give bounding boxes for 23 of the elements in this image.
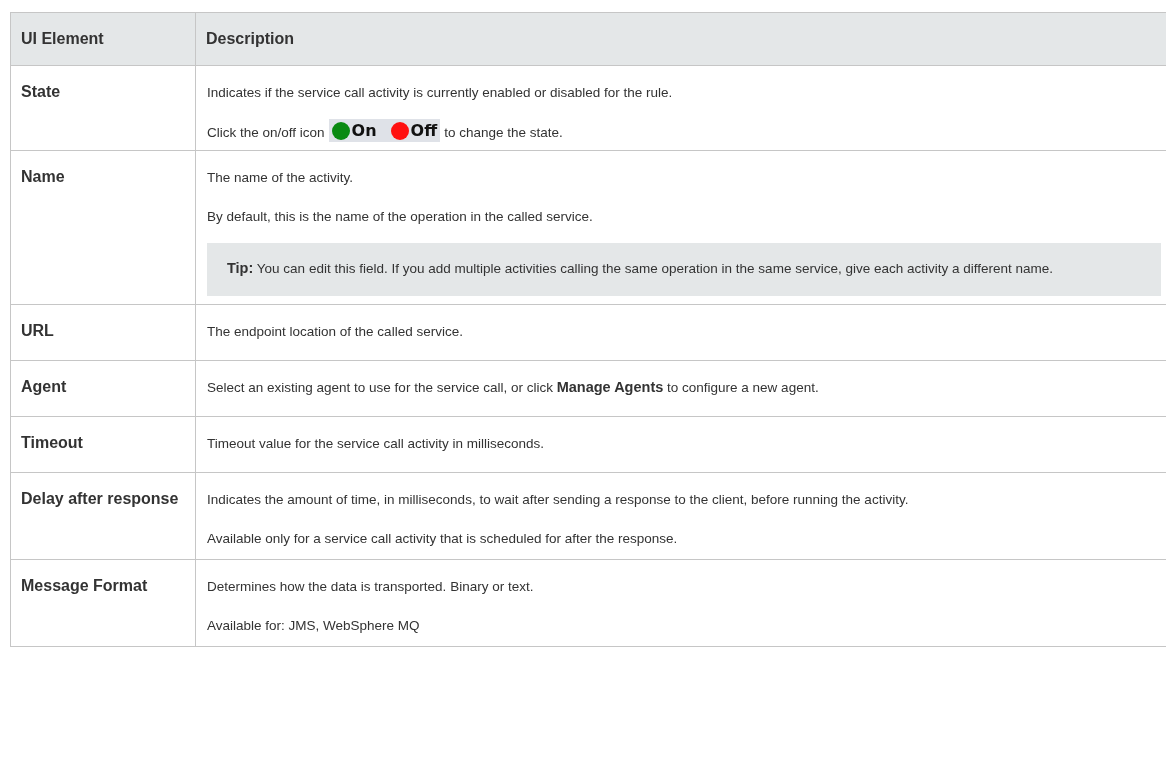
description-text: Determines how the data is transported. Binary or text. — [207, 578, 535, 596]
description-text: Indicates if the service call activity is currently enabled or disabled for the rule. — [207, 84, 674, 102]
on-off-icon: On Off — [328, 119, 441, 142]
element-name: Delay after response — [11, 465, 196, 560]
description-text: Available for: JMS, WebSphere MQ — [207, 617, 421, 635]
element-name: Name — [11, 143, 196, 305]
element-name: Message Format — [11, 552, 196, 647]
description-text: Timeout value for the service call activity in milliseconds. — [207, 435, 546, 453]
description-text: to change the state. — [444, 124, 563, 142]
description-text: The name of the activity. — [207, 169, 355, 187]
tip-note: Tip: You can edit this field. If you add multiple activities calling the same operation in the same service, give each activity a different name. — [207, 243, 1161, 296]
element-name: Agent — [11, 353, 196, 417]
description-text: The endpoint location of the called service. — [207, 323, 464, 341]
element-name: Timeout — [11, 409, 196, 473]
description-text: Available only for a service call activity that is scheduled for after the response. — [207, 530, 679, 548]
description-text: Indicates the amount of time, in milliseconds, to wait after sending a response to the client, before running the activity. — [207, 491, 910, 509]
element-name: URL — [11, 297, 196, 361]
element-name: State — [11, 58, 196, 151]
column-header: Description — [196, 13, 1166, 66]
description-text: Click the on/off icon — [207, 124, 325, 142]
column-header: UI Element — [11, 13, 196, 66]
description-text: Select an existing agent to use for the service call, or click Manage Agents to configure a new agent. — [207, 378, 820, 397]
description-text: By default, this is the name of the operation in the called service. — [207, 208, 594, 226]
